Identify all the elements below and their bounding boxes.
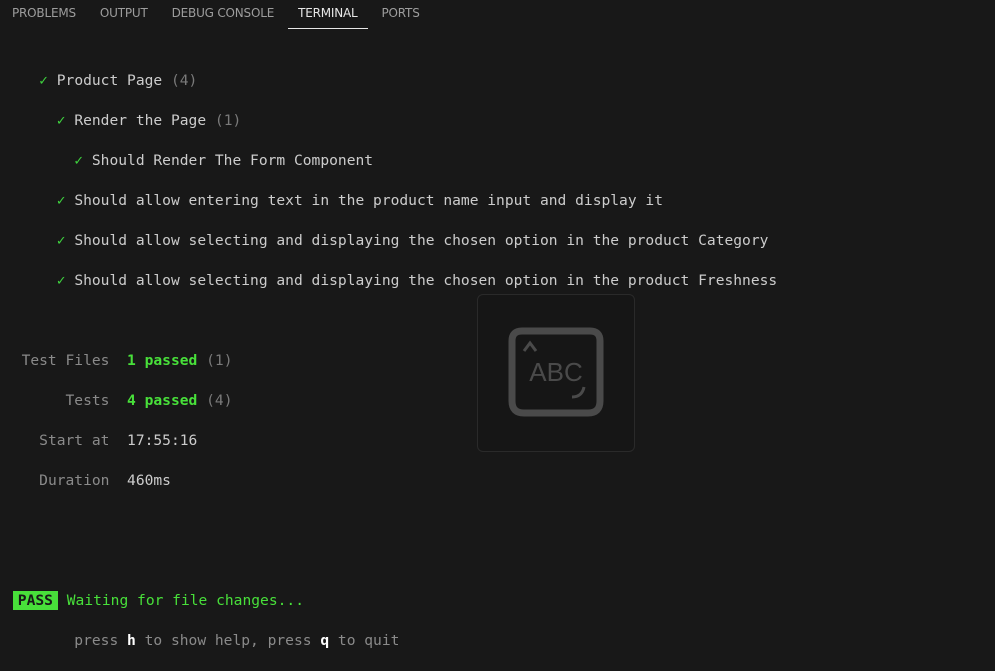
test-name: Should Render The Form Component xyxy=(91,152,374,169)
panel-tabs: PROBLEMS OUTPUT DEBUG CONSOLE TERMINAL P… xyxy=(0,0,995,30)
summary-duration: Duration 460ms xyxy=(4,471,777,491)
watch-status-line: PASS Waiting for file changes... xyxy=(4,591,777,611)
summary-label: Tests xyxy=(65,392,110,409)
summary-total: (1) xyxy=(206,352,233,369)
check-icon: ✓ xyxy=(56,192,66,209)
help-key: h xyxy=(127,632,136,649)
tab-terminal[interactable]: TERMINAL xyxy=(286,0,369,30)
test-line: ✓ Should allow entering text in the prod… xyxy=(4,191,777,211)
summary-label: Duration xyxy=(39,472,110,489)
test-line: ✓ Should allow selecting and displaying … xyxy=(4,231,777,251)
summary-value: 1 passed xyxy=(127,352,198,369)
tab-ports[interactable]: PORTS xyxy=(370,0,432,30)
check-icon: ✓ xyxy=(56,112,66,129)
summary-value: 4 passed xyxy=(127,392,198,409)
summary-label: Start at xyxy=(39,432,110,449)
tab-output[interactable]: OUTPUT xyxy=(88,0,160,30)
check-icon: ✓ xyxy=(56,272,66,289)
keyboard-abc-icon: ABC xyxy=(508,327,604,417)
check-icon: ✓ xyxy=(56,232,66,249)
quit-key: q xyxy=(320,632,330,649)
waiting-text: Waiting for file changes... xyxy=(66,592,304,609)
tab-debug-console[interactable]: DEBUG CONSOLE xyxy=(160,0,286,30)
summary-value: 460ms xyxy=(127,472,171,489)
status-badge: PASS xyxy=(12,591,58,610)
summary-label: Test Files xyxy=(21,352,110,369)
summary-test-files: Test Files 1 passed (1) xyxy=(4,351,777,371)
summary-tests: Tests 4 passed (4) xyxy=(4,391,777,411)
check-icon: ✓ xyxy=(39,72,48,89)
input-method-overlay: ABC xyxy=(477,294,635,452)
test-name: Should allow entering text in the produc… xyxy=(74,192,663,209)
group-line: ✓ Render the Page (1) xyxy=(4,111,777,131)
test-name: Should allow selecting and displaying th… xyxy=(74,232,769,249)
tab-problems[interactable]: PROBLEMS xyxy=(0,0,88,30)
svg-text:ABC: ABC xyxy=(529,357,582,387)
suite-name: Product Page xyxy=(56,72,163,89)
group-count: (1) xyxy=(214,112,242,129)
terminal-output[interactable]: ✓ Product Page (4) ✓ Render the Page (1)… xyxy=(4,51,777,671)
summary-total: (4) xyxy=(206,392,233,409)
summary-start: Start at 17:55:16 xyxy=(4,431,777,451)
test-line: ✓ Should Render The Form Component xyxy=(4,151,777,171)
suite-count: (4) xyxy=(170,72,198,89)
suite-line: ✓ Product Page (4) xyxy=(4,71,777,91)
test-name: Should allow selecting and displaying th… xyxy=(74,272,778,289)
test-line: ✓ Should allow selecting and displaying … xyxy=(4,271,778,291)
check-icon: ✓ xyxy=(74,152,84,169)
summary-value: 17:55:16 xyxy=(127,432,198,449)
group-name: Render the Page xyxy=(74,112,207,129)
help-hint: press h to show help, press q to quit xyxy=(74,632,400,649)
